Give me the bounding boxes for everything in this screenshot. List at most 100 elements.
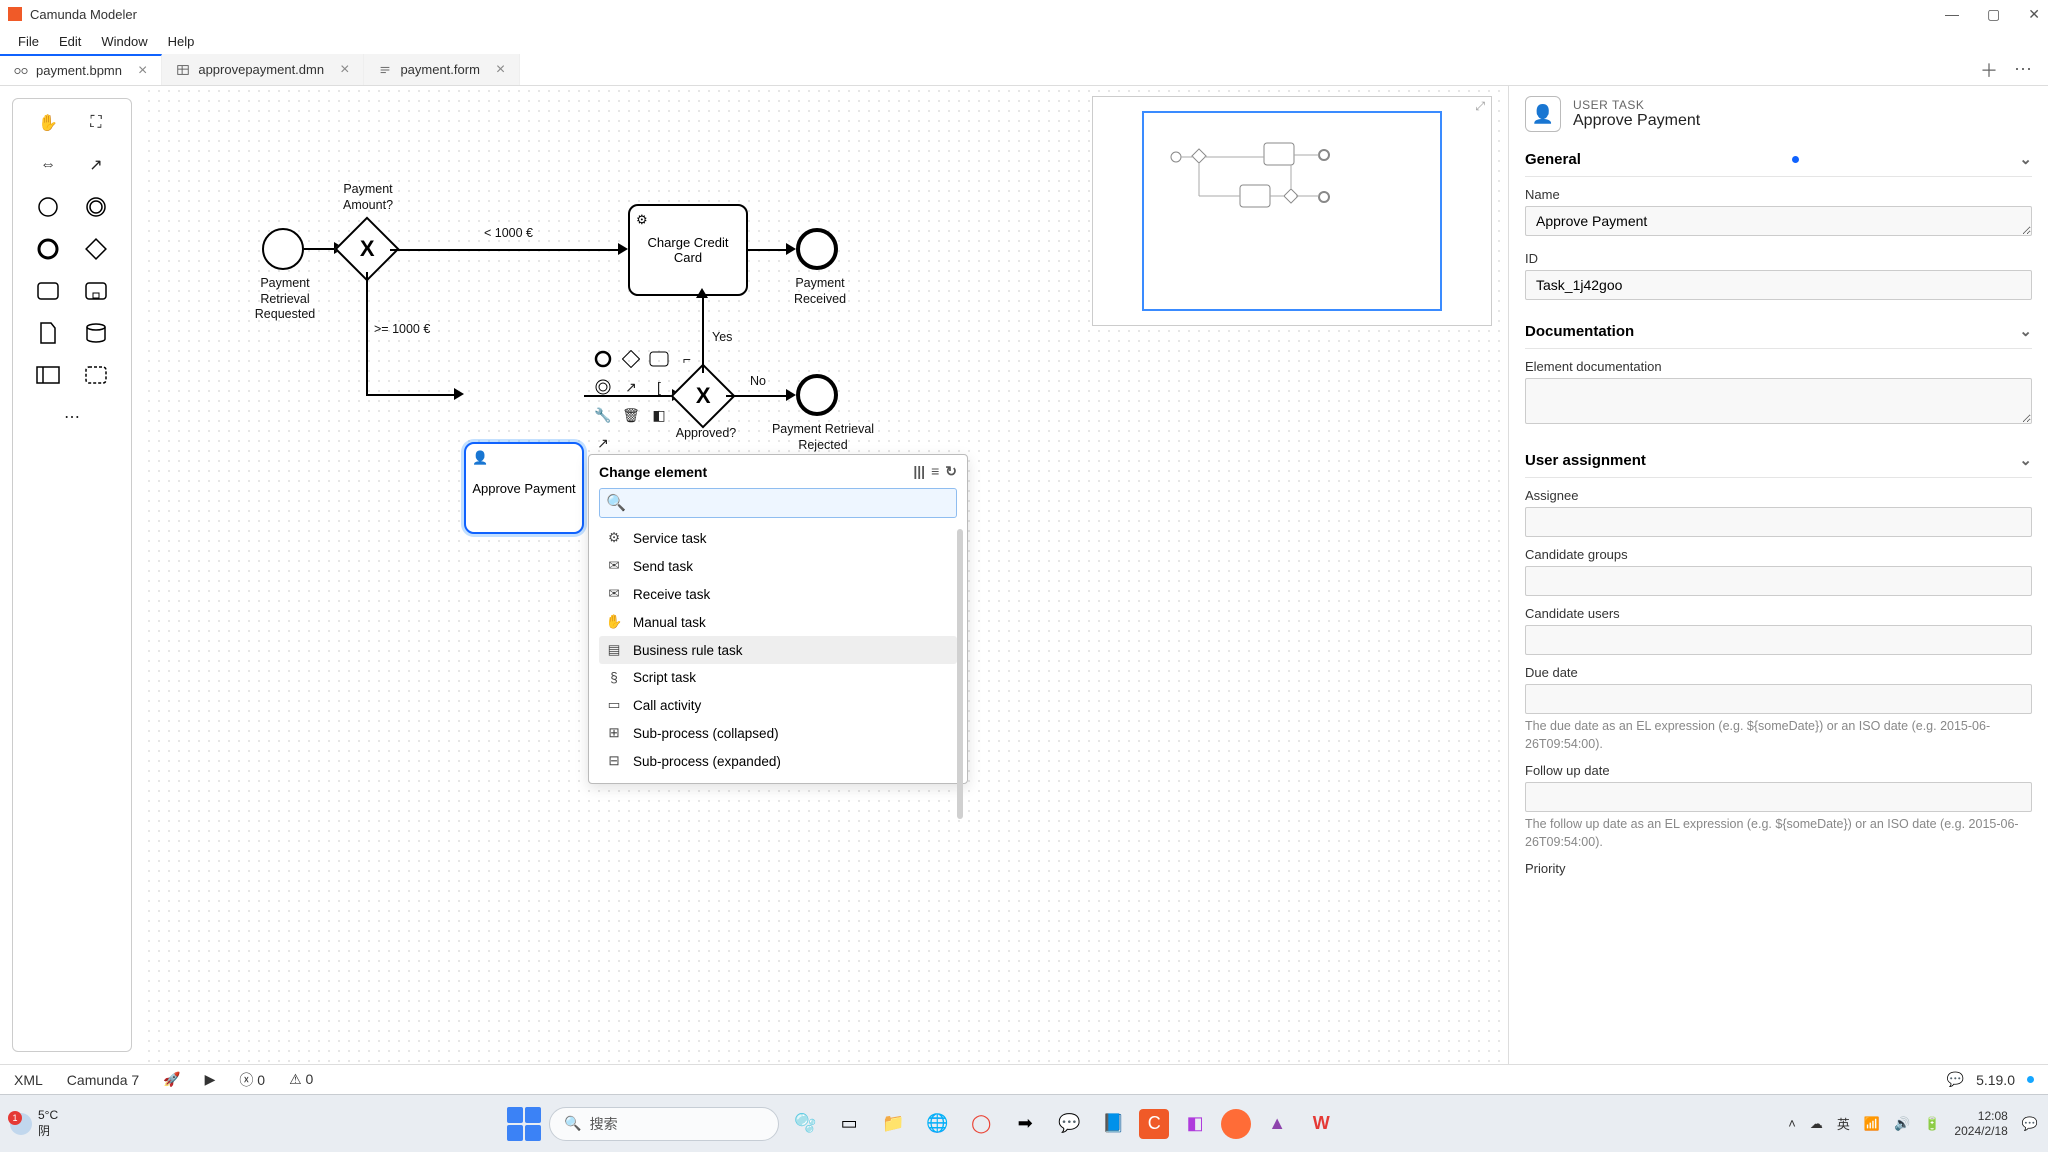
doc-input[interactable] bbox=[1525, 378, 2032, 424]
new-tab-button[interactable]: ＋ bbox=[1980, 57, 1998, 83]
end-event-rejected[interactable] bbox=[796, 374, 838, 416]
subprocess-tool[interactable] bbox=[80, 275, 112, 307]
connect-tool[interactable]: ↗ bbox=[80, 149, 112, 181]
taskbar-camunda-icon[interactable]: C bbox=[1139, 1109, 1169, 1139]
tray-notifications-icon[interactable]: 💬 bbox=[2022, 1116, 2038, 1132]
popup-scrollbar[interactable] bbox=[957, 529, 963, 819]
task-charge-credit-card[interactable]: ⚙ Charge Credit Card bbox=[628, 204, 748, 296]
start-event-tool[interactable] bbox=[32, 191, 64, 223]
pad-color[interactable]: ◧ bbox=[648, 404, 670, 426]
taskbar-search[interactable]: 🔍 搜索 bbox=[549, 1107, 779, 1141]
close-button[interactable]: ✕ bbox=[2028, 6, 2040, 23]
taskbar-wps-icon[interactable]: W bbox=[1303, 1106, 1339, 1142]
pad-append-gateway[interactable] bbox=[620, 348, 642, 370]
problems-errors[interactable]: ⓧ 0 bbox=[239, 1070, 265, 1090]
intermediate-event-tool[interactable] bbox=[80, 191, 112, 223]
tab-close-icon[interactable]: × bbox=[138, 62, 147, 80]
opt-service-task[interactable]: ⚙Service task bbox=[599, 524, 957, 552]
start-event[interactable] bbox=[262, 228, 304, 270]
tray-battery-icon[interactable]: 🔋 bbox=[1924, 1116, 1940, 1132]
opt-call-activity[interactable]: ▭Call activity bbox=[599, 691, 957, 719]
popup-search[interactable]: 🔍 bbox=[599, 488, 957, 518]
problems-warnings[interactable]: ⚠ 0 bbox=[289, 1071, 313, 1088]
maximize-button[interactable]: ▢ bbox=[1987, 6, 2000, 23]
opt-send-task[interactable]: ✉Send task bbox=[599, 552, 957, 580]
pad-append-end-event[interactable] bbox=[592, 348, 614, 370]
menu-edit[interactable]: Edit bbox=[51, 32, 89, 51]
task-tool[interactable] bbox=[32, 275, 64, 307]
tray-ime-label[interactable]: 英 bbox=[1837, 1114, 1850, 1133]
opt-subprocess-expanded[interactable]: ⊟Sub-process (expanded) bbox=[599, 747, 957, 775]
tray-clock[interactable]: 12:08 2024/2/18 bbox=[1954, 1109, 2007, 1139]
minimap[interactable]: ⤢ bbox=[1092, 96, 1492, 326]
minimap-collapse-icon[interactable]: ⤢ bbox=[1475, 99, 1485, 114]
sequence-flow[interactable] bbox=[748, 249, 788, 251]
gateway-tool[interactable] bbox=[80, 233, 112, 265]
lasso-tool[interactable]: ⛶ bbox=[80, 107, 112, 139]
run-icon[interactable]: ▶ bbox=[205, 1071, 216, 1088]
assignee-input[interactable] bbox=[1525, 507, 2032, 537]
candidate-groups-input[interactable] bbox=[1525, 566, 2032, 596]
task-approve-payment[interactable]: 👤 Approve Payment bbox=[464, 442, 584, 534]
tab-close-icon[interactable]: × bbox=[496, 61, 505, 79]
follow-up-date-input[interactable] bbox=[1525, 782, 2032, 812]
taskbar-wechat-icon[interactable]: 💬 bbox=[1051, 1106, 1087, 1142]
section-documentation[interactable]: Documentation ⌄ bbox=[1525, 314, 2032, 349]
taskbar-explorer-icon[interactable]: 📁 bbox=[875, 1106, 911, 1142]
taskbar-app-icon[interactable]: ▲ bbox=[1259, 1106, 1295, 1142]
pool-tool[interactable] bbox=[32, 359, 64, 391]
id-input[interactable] bbox=[1525, 270, 2032, 300]
pad-link[interactable]: ↗ bbox=[592, 432, 614, 454]
taskbar-weather[interactable]: 1 5°C 阴 bbox=[10, 1108, 58, 1139]
opt-script-task[interactable]: §Script task bbox=[599, 664, 957, 691]
menu-window[interactable]: Window bbox=[93, 32, 155, 51]
name-input[interactable] bbox=[1525, 206, 2032, 236]
opt-manual-task[interactable]: ✋Manual task bbox=[599, 608, 957, 636]
deploy-icon[interactable]: 🚀 bbox=[163, 1071, 180, 1088]
pad-delete[interactable]: 🗑 bbox=[620, 404, 642, 426]
group-tool[interactable] bbox=[80, 359, 112, 391]
pad-annotation[interactable]: ⌐ bbox=[676, 348, 698, 370]
minimize-button[interactable]: — bbox=[1945, 6, 1959, 23]
section-general[interactable]: General ⌄ bbox=[1525, 142, 2032, 177]
minimap-viewport[interactable] bbox=[1142, 111, 1442, 311]
sequence-flow-ge1000[interactable] bbox=[366, 272, 368, 394]
candidate-users-input[interactable] bbox=[1525, 625, 2032, 655]
taskbar-intellij-icon[interactable]: ◧ bbox=[1177, 1106, 1213, 1142]
feedback-icon[interactable]: 💬 bbox=[1947, 1071, 1964, 1088]
sequence-flow[interactable] bbox=[584, 395, 674, 397]
taskbar-taskview-icon[interactable]: ▭ bbox=[831, 1106, 867, 1142]
end-event-received[interactable] bbox=[796, 228, 838, 270]
more-tools-icon[interactable]: ⋯ bbox=[56, 401, 88, 433]
sequence-flow[interactable] bbox=[304, 248, 336, 250]
data-store-tool[interactable] bbox=[80, 317, 112, 349]
start-button[interactable] bbox=[507, 1107, 541, 1141]
popup-search-input[interactable] bbox=[632, 496, 950, 511]
opt-receive-task[interactable]: ✉Receive task bbox=[599, 580, 957, 608]
diagram-canvas[interactable]: Payment Retrieval Requested X Payment Am… bbox=[144, 86, 1508, 1064]
taskbar-notes-icon[interactable]: 📘 bbox=[1095, 1106, 1131, 1142]
tab-close-icon[interactable]: × bbox=[340, 61, 349, 79]
menu-help[interactable]: Help bbox=[160, 32, 203, 51]
tray-chevron-icon[interactable]: ˄ bbox=[1788, 1116, 1796, 1131]
end-event-tool[interactable] bbox=[32, 233, 64, 265]
taskbar-chrome-icon[interactable]: ◯ bbox=[963, 1106, 999, 1142]
sequence-flow-lt1000[interactable] bbox=[390, 249, 620, 251]
tab-approvepayment-dmn[interactable]: approvepayment.dmn × bbox=[162, 54, 364, 85]
opt-subprocess-collapsed[interactable]: ⊞Sub-process (collapsed) bbox=[599, 719, 957, 747]
pad-append-task[interactable] bbox=[648, 348, 670, 370]
tray-onedrive-icon[interactable]: ☁ bbox=[1810, 1116, 1823, 1132]
engine-label[interactable]: Camunda 7 bbox=[67, 1072, 139, 1088]
sequence-flow-ge1000[interactable] bbox=[366, 394, 456, 396]
xml-toggle[interactable]: XML bbox=[14, 1072, 43, 1088]
tray-volume-icon[interactable]: 🔊 bbox=[1894, 1116, 1910, 1132]
taskbar-edge-icon[interactable]: 🌐 bbox=[919, 1106, 955, 1142]
due-date-input[interactable] bbox=[1525, 684, 2032, 714]
menu-file[interactable]: File bbox=[10, 32, 47, 51]
space-tool[interactable]: ⇔ bbox=[32, 149, 64, 181]
opt-business-rule-task[interactable]: ▤Business rule task bbox=[599, 636, 957, 664]
taskbar-copilot-icon[interactable]: 🫧 bbox=[787, 1106, 823, 1142]
pad-change-type[interactable]: 🔧 bbox=[592, 404, 614, 426]
view-refresh-icon[interactable]: ↻ bbox=[945, 463, 957, 480]
taskbar-postman-icon[interactable] bbox=[1221, 1109, 1251, 1139]
